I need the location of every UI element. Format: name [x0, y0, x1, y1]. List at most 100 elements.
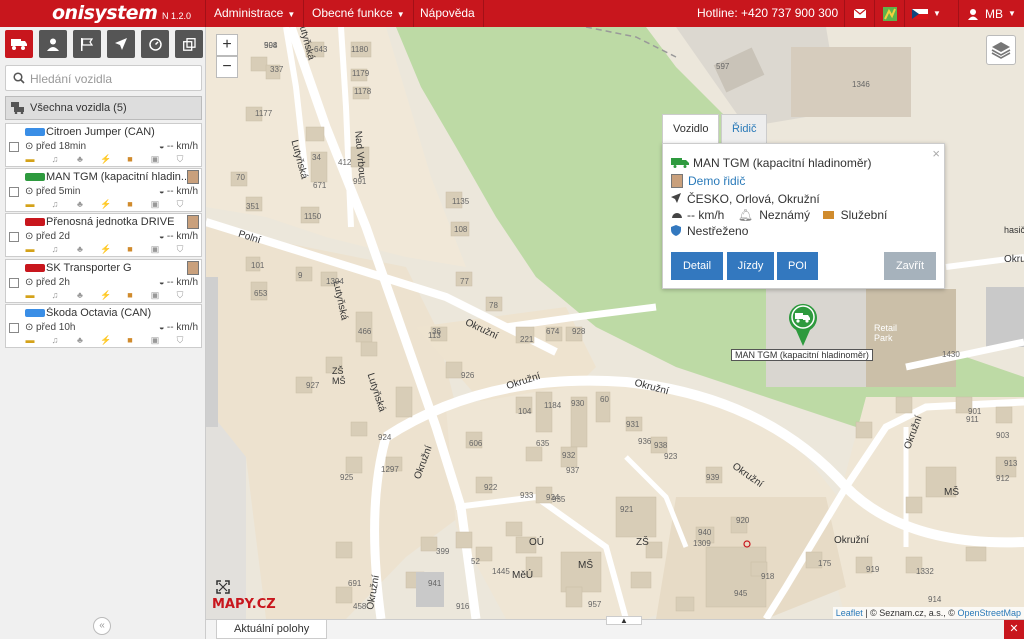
osm-link[interactable]: OpenStreetMap [957, 608, 1021, 618]
zoom-in-button[interactable]: + [216, 34, 238, 56]
vehicle-speed: ◒ -- km/h [159, 186, 198, 197]
lightning-icon: ⚡ [100, 244, 112, 254]
truck-button[interactable] [5, 30, 33, 58]
popup-location: ČESKO, Orlová, Okružní [687, 192, 820, 206]
clock-icon: ⊙ [25, 277, 34, 288]
poi-button[interactable]: POI [777, 252, 818, 280]
all-vehicles-label: Všechna vozidla (5) [30, 102, 127, 114]
place-label: ZŠ [636, 537, 649, 548]
vehicle-item[interactable]: MAN TGM (kapacitní hladin... ⊙ před 5min ◒ … [5, 168, 202, 212]
zoom-out-button[interactable]: − [216, 56, 238, 78]
vehicle-checkbox[interactable] [9, 142, 19, 152]
logo[interactable]: onisystem N 1.2.0 [0, 0, 206, 27]
language-selector[interactable]: ▼ [904, 0, 948, 27]
flags-button[interactable] [73, 30, 101, 58]
truck-icon [671, 158, 689, 168]
fuel-icon: ▬ [25, 290, 35, 300]
fuel-icon: ▬ [25, 244, 35, 254]
popup-close-icon[interactable]: × [932, 146, 940, 161]
building-number: 671 [313, 181, 327, 190]
drivers-button[interactable] [39, 30, 67, 58]
building-number: 922 [484, 483, 498, 492]
vehicle-last-seen: před 10h [36, 322, 76, 333]
navigation-button[interactable] [107, 30, 135, 58]
tab-aktualni-polohy[interactable]: Aktuální polohy [216, 620, 328, 639]
building-number: 932 [562, 451, 576, 460]
building-number: 939 [706, 473, 720, 482]
map-app-icon[interactable] [874, 0, 904, 27]
vehicle-checkbox[interactable] [9, 232, 19, 242]
building-number: 52 [471, 557, 480, 566]
menu-administrace[interactable]: Administrace ▼ [206, 0, 305, 27]
building-number: 913 [1004, 459, 1018, 468]
vehicle-checkbox[interactable] [9, 187, 19, 197]
shield-icon: ⛉ [176, 335, 184, 345]
building-number: 904 [264, 41, 278, 50]
menu-obecne-funkce[interactable]: Obecné funkce ▼ [304, 0, 414, 27]
building-number: 1184 [544, 401, 562, 410]
vehicle-item[interactable]: Citroen Jumper (CAN) ⊙ před 18min ◒ -- km/h… [5, 123, 202, 167]
briefcase-icon: ■ [127, 199, 133, 209]
speed-value: -- km/h [166, 231, 198, 242]
zavrit-button[interactable]: Zavřít [884, 252, 936, 280]
bell-icon: ♫ [51, 244, 59, 254]
building-number: 921 [620, 505, 634, 514]
building-number: 458 [353, 602, 367, 611]
vehicle-item[interactable]: SK Transporter G ⊙ před 2h ◒ -- km/h ▬ ♫ ♣ ⚡ ■ ▣ ⛉ [5, 259, 202, 303]
speedometer-button[interactable] [141, 30, 169, 58]
popup-speed: -- km/h [687, 208, 725, 222]
building-number: 931 [626, 420, 640, 429]
all-vehicles-group[interactable]: Všechna vozidla (5) [5, 96, 202, 120]
bottom-close-button[interactable]: ✕ [1004, 620, 1024, 639]
tab-ridic[interactable]: Řidič [721, 114, 768, 144]
vehicle-status-icons: ▬ ♫ ♣ ⚡ ■ ▣ ⛉ [25, 200, 205, 210]
building-number: 919 [866, 565, 880, 574]
building-number: 903 [996, 431, 1010, 440]
map[interactable]: Lutyňská Lutyňská Lutyňská Lutyňská Nad … [206, 27, 1024, 619]
vehicle-item[interactable]: Přenosná jednotka DRIVE ⊙ před 2d ◒ -- km/h… [5, 213, 202, 257]
vehicle-last-seen: před 2h [36, 277, 70, 288]
leaflet-link[interactable]: Leaflet [836, 608, 863, 618]
vehicle-type-icon [25, 309, 45, 317]
vehicle-popup: × MAN TGM (kapacitní hladinoměr) Demo ři… [662, 143, 945, 289]
vehicle-last-seen: před 5min [36, 186, 81, 197]
copy-button[interactable] [175, 30, 203, 58]
search-icon [13, 72, 25, 84]
navigation-arrow-icon [115, 38, 127, 50]
lightning-icon: ⚡ [100, 199, 112, 209]
engine-icon: ♣ [77, 335, 83, 345]
jizdy-button[interactable]: Jízdy [727, 252, 774, 280]
building-number: 914 [928, 595, 942, 604]
chevron-up-icon[interactable]: ▲ [606, 616, 642, 625]
lightning-icon: ⚡ [100, 290, 112, 300]
mail-icon[interactable] [844, 0, 874, 27]
vehicle-type-icon [25, 264, 45, 272]
street-label: Okružní [1004, 254, 1024, 265]
layers-icon [991, 42, 1011, 59]
building-number: 1177 [255, 109, 273, 118]
tab-vozidlo[interactable]: Vozidlo [662, 114, 720, 144]
car-icon: ▣ [150, 154, 160, 164]
fullscreen-icon[interactable] [216, 580, 230, 594]
layers-button[interactable] [986, 35, 1016, 65]
building-number: 927 [306, 381, 320, 390]
vehicle-checkbox[interactable] [9, 323, 19, 333]
detail-button[interactable]: Detail [671, 252, 723, 280]
car-icon: ▣ [150, 290, 160, 300]
vehicle-type-icon [25, 218, 45, 226]
vehicle-speed: ◒ -- km/h [159, 141, 198, 152]
menu-napoveda[interactable]: Nápověda [412, 0, 484, 27]
vehicle-search-input[interactable]: Hledání vozidla [5, 65, 202, 91]
popup-driver-link[interactable]: Demo řidič [688, 174, 745, 188]
popup-security: Nestřeženo [687, 224, 749, 238]
collapse-sidebar-button[interactable]: « [93, 617, 111, 635]
user-menu[interactable]: MB ▼ [958, 0, 1024, 27]
vehicle-name: SK Transporter G [46, 262, 132, 274]
vehicle-item[interactable]: Škoda Octavia (CAN) ⊙ před 10h ◒ -- km/h ▬ ♫ ♣… [5, 304, 202, 348]
fuel-icon: ▬ [25, 199, 35, 209]
vehicle-checkbox[interactable] [9, 278, 19, 288]
speedometer-icon: ◒ [158, 231, 167, 241]
building-number: 916 [456, 602, 470, 611]
vehicle-marker[interactable] [788, 302, 818, 346]
truck-icon [11, 39, 27, 50]
